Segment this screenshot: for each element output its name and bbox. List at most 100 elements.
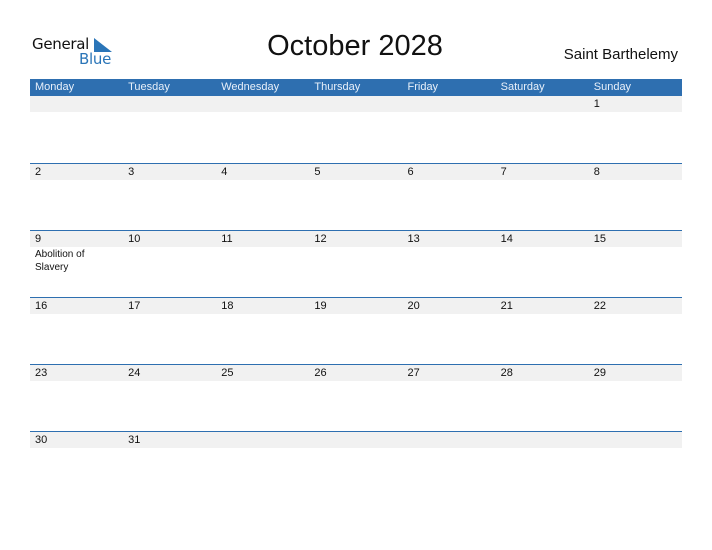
day-number: 4: [221, 166, 228, 178]
day-number: 11: [221, 233, 233, 245]
day-number: 13: [407, 233, 420, 245]
day-cell: 30: [30, 432, 123, 448]
day-cell: 15: [589, 231, 682, 274]
day-number: 23: [35, 367, 48, 379]
week-row: 16 17 18 19 20 21 22: [30, 297, 682, 364]
day-number: 24: [128, 367, 141, 379]
day-cell: 17: [123, 298, 216, 314]
day-cell: 25: [216, 365, 309, 381]
day-number: [128, 96, 216, 112]
day-cell: [216, 432, 309, 448]
day-cell: 16: [30, 298, 123, 314]
weekday-header: Monday Tuesday Wednesday Thursday Friday Satu…: [30, 79, 682, 96]
day-cell: 3: [123, 164, 216, 180]
week-cells: 23 24 25 26 27 28 29: [30, 365, 682, 381]
day-cell: [309, 96, 402, 112]
day-cell: 5: [309, 164, 402, 180]
day-number: 8: [593, 166, 600, 178]
day-number: 15: [593, 233, 606, 245]
weekday-saturday: Saturday: [500, 81, 545, 93]
day-cell: 1: [589, 96, 682, 112]
day-cell: 18: [216, 298, 309, 314]
day-number: 12: [314, 233, 327, 245]
day-number: 25: [221, 367, 234, 379]
day-cell: 2: [30, 164, 123, 180]
day-number: 14: [500, 233, 513, 245]
day-number: 16: [35, 300, 48, 312]
week-row: 9 Abolition of Slavery 10 11 12 13 14 15: [30, 230, 682, 297]
day-number: 26: [314, 367, 327, 379]
day-cell: [496, 432, 589, 448]
calendar-grid: Monday Tuesday Wednesday Thursday Friday Satu…: [30, 79, 682, 498]
day-number: 5: [314, 166, 321, 178]
day-number: 29: [593, 367, 606, 379]
week-row: 23 24 25 26 27 28 29: [30, 364, 682, 431]
day-cell: 12: [309, 231, 402, 274]
day-cell: 6: [403, 164, 496, 180]
week-row: 1: [30, 96, 682, 163]
day-number: 19: [314, 300, 327, 312]
day-number: 9: [35, 233, 42, 245]
day-cell: [216, 96, 309, 112]
weekday-wednesday: Wednesday: [221, 81, 280, 93]
region-label: Saint Barthelemy: [563, 46, 678, 63]
day-cell: 31: [123, 432, 216, 448]
day-cell: 21: [496, 298, 589, 314]
day-number: 6: [407, 166, 414, 178]
day-number: [501, 432, 589, 448]
day-cell: 24: [123, 365, 216, 381]
day-cell: 8: [589, 164, 682, 180]
day-cell: 29: [589, 365, 682, 381]
day-number: [314, 432, 402, 448]
day-number: [35, 96, 123, 112]
day-number: [408, 96, 496, 112]
day-number: 3: [128, 166, 135, 178]
day-cell: [496, 96, 589, 112]
day-number: [221, 432, 309, 448]
week-cells: 16 17 18 19 20 21 22: [30, 298, 682, 314]
day-cell: 19: [309, 298, 402, 314]
week-row: 30 31: [30, 431, 682, 498]
week-cells: 9 Abolition of Slavery 10 11 12 13 14 15: [30, 231, 682, 274]
day-number: 31: [128, 434, 141, 446]
day-number: [314, 96, 402, 112]
week-cells: 30 31: [30, 432, 682, 448]
day-cell: 27: [403, 365, 496, 381]
day-cell: [30, 96, 123, 112]
day-cell: [403, 432, 496, 448]
day-number: 28: [500, 367, 513, 379]
day-cell: [309, 432, 402, 448]
weekday-monday: Monday: [35, 81, 75, 93]
holiday-label: Abolition of Slavery: [35, 249, 85, 273]
day-cell: 10: [123, 231, 216, 274]
day-cell: 20: [403, 298, 496, 314]
day-number: [501, 96, 589, 112]
weeks-container: 1 2 3 4 5 6 7 8 9 Abolition of Slavery 10 11 12 13 14 1…: [30, 96, 682, 498]
day-number: 30: [35, 434, 48, 446]
day-cell: 13: [403, 231, 496, 274]
day-cell: [403, 96, 496, 112]
day-cell: [589, 432, 682, 448]
day-number: 22: [593, 300, 606, 312]
week-cells: 2 3 4 5 6 7 8: [30, 164, 682, 180]
day-number: 27: [407, 367, 420, 379]
day-number: 17: [128, 300, 141, 312]
weekday-tuesday: Tuesday: [128, 81, 170, 93]
week-cells: 1: [30, 96, 682, 112]
weekday-sunday: Sunday: [593, 81, 632, 93]
day-number: 2: [35, 166, 42, 178]
day-cell: 28: [496, 365, 589, 381]
day-cell: 26: [309, 365, 402, 381]
day-cell: 9 Abolition of Slavery: [30, 231, 123, 274]
day-number: 20: [407, 300, 420, 312]
day-cell: 22: [589, 298, 682, 314]
day-cell: 11: [216, 231, 309, 274]
month-year-label: October 2028: [267, 30, 443, 62]
day-number: 10: [128, 233, 141, 245]
day-number: [408, 432, 496, 448]
weekday-friday: Friday: [407, 81, 439, 93]
week-row: 2 3 4 5 6 7 8: [30, 163, 682, 230]
day-cell: [123, 96, 216, 112]
day-number: 18: [221, 300, 234, 312]
day-number: [594, 432, 682, 448]
